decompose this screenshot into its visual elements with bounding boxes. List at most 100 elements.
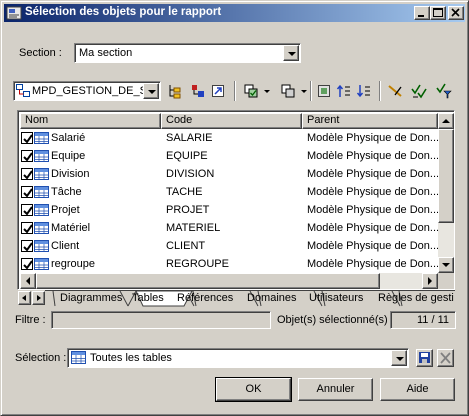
toolbar-separator: [310, 81, 312, 101]
goto-icon[interactable]: [209, 82, 227, 100]
vertical-scroll-thumb[interactable]: [438, 129, 454, 223]
row-checkbox[interactable]: [21, 168, 33, 180]
cell-code: PROJET: [166, 204, 210, 216]
save-selection-button[interactable]: [416, 349, 433, 367]
scroll-left-button[interactable]: [20, 273, 36, 289]
maximize-button[interactable]: [430, 6, 446, 20]
check-all-icon[interactable]: [410, 82, 428, 100]
chevron-down-icon[interactable]: [143, 83, 159, 99]
table-row[interactable]: Equipe EQUIPE Modèle Physique de Don...: [20, 147, 438, 165]
title-bar[interactable]: Sélection des objets pour le rapport: [4, 4, 465, 22]
section-dropdown[interactable]: Ma section: [74, 43, 301, 63]
table-row[interactable]: Client CLIENT Modèle Physique de Don...: [20, 237, 438, 255]
cell-parent: Modèle Physique de Don...: [307, 186, 438, 198]
table-icon: [34, 240, 49, 255]
delete-selection-button[interactable]: [437, 349, 454, 367]
table-icon: [34, 168, 49, 183]
table-row[interactable]: Projet PROJET Modèle Physique de Don...: [20, 201, 438, 219]
row-checkbox[interactable]: [21, 150, 33, 162]
window-title: Sélection des objets pour le rapport: [25, 6, 222, 18]
filter-label: Filtre :: [15, 314, 46, 326]
scroll-up-button[interactable]: [438, 113, 454, 129]
section-label: Section :: [19, 47, 62, 59]
column-header-name[interactable]: Nom: [20, 113, 161, 129]
filter-options-icon[interactable]: [435, 82, 453, 100]
column-header-code[interactable]: Code: [161, 113, 302, 129]
objects-grid[interactable]: Nom Code Parent Salarié SALARIE Modèle Phy…: [17, 110, 455, 290]
row-checkbox[interactable]: [21, 204, 33, 216]
cell-parent: Modèle Physique de Don...: [307, 150, 438, 162]
filter-icon[interactable]: [386, 82, 404, 100]
deselect-icon[interactable]: [279, 82, 297, 100]
cell-code: REGROUPE: [166, 258, 229, 270]
cancel-button[interactable]: Annuler: [298, 378, 373, 401]
toolbar-separator: [234, 81, 236, 101]
delete-icon: [440, 352, 451, 364]
tab-diagrammes[interactable]: Diagrammes: [58, 291, 124, 306]
move-up-icon[interactable]: [335, 82, 353, 100]
chevron-down-icon[interactable]: [264, 90, 270, 93]
table-icon: [34, 132, 49, 147]
cell-code: CLIENT: [166, 240, 206, 252]
move-down-icon[interactable]: [355, 82, 373, 100]
tab-references[interactable]: Références: [175, 291, 235, 306]
select-all-icon[interactable]: [242, 82, 260, 100]
selected-count-value: 11 / 11: [416, 314, 449, 326]
row-checkbox[interactable]: [21, 258, 33, 270]
row-checkbox[interactable]: [21, 132, 33, 144]
horizontal-scrollbar[interactable]: [20, 273, 438, 289]
scroll-right-button[interactable]: [422, 273, 438, 289]
cell-parent: Modèle Physique de Don...: [307, 132, 438, 144]
cell-parent: Modèle Physique de Don...: [307, 222, 438, 234]
dialog-window: Sélection des objets pour le rapport Sec…: [0, 0, 469, 416]
tab-domaines[interactable]: Domaines: [245, 291, 299, 306]
cell-name: Salarié: [51, 132, 86, 144]
floppy-icon: [419, 352, 430, 363]
cell-parent: Modèle Physique de Don...: [307, 240, 438, 252]
cell-code: DIVISION: [166, 168, 215, 180]
tab-utilisateurs[interactable]: Utilisateurs: [307, 291, 365, 306]
row-checkbox[interactable]: [21, 186, 33, 198]
chevron-down-icon[interactable]: [283, 45, 299, 61]
table-row[interactable]: Salarié SALARIE Modèle Physique de Don...: [20, 129, 438, 147]
tab-scroll-right-button[interactable]: [32, 291, 45, 305]
tab-tables[interactable]: Tables: [130, 291, 166, 306]
table-row[interactable]: regroupe REGROUPE Modèle Physique de Don..…: [20, 255, 438, 273]
cell-name: Tâche: [51, 186, 82, 198]
close-button[interactable]: [448, 6, 464, 20]
cell-name: Projet: [51, 204, 80, 216]
model-tree-icon[interactable]: [166, 82, 184, 100]
tab-scroll-left-button[interactable]: [18, 291, 31, 305]
model-selector-value: MPD_GESTION_DE_SC: [32, 85, 155, 97]
selection-value: Toutes les tables: [90, 352, 172, 364]
cell-parent: Modèle Physique de Don...: [307, 258, 438, 270]
table-row[interactable]: Division DIVISION Modèle Physique de Don..…: [20, 165, 438, 183]
cell-name: regroupe: [51, 258, 96, 270]
selection-label: Sélection :: [15, 352, 67, 364]
ok-button[interactable]: OK: [215, 377, 292, 402]
package-icon[interactable]: [189, 82, 207, 100]
table-row[interactable]: Tâche TACHE Modèle Physique de Don...: [20, 183, 438, 201]
column-header-parent[interactable]: Parent: [302, 113, 438, 129]
chevron-down-icon[interactable]: [301, 90, 307, 93]
table-row[interactable]: Matériel MATERIEL Modèle Physique de Don..…: [20, 219, 438, 237]
model-selector-dropdown[interactable]: MPD_GESTION_DE_SC: [13, 81, 161, 101]
tab-regles-de-gestion[interactable]: Règles de gestion: [376, 291, 454, 306]
selected-count-field: 11 / 11: [390, 311, 456, 329]
scroll-down-button[interactable]: [438, 257, 454, 273]
row-checkbox[interactable]: [21, 240, 33, 252]
row-checkbox[interactable]: [21, 222, 33, 234]
selection-dropdown[interactable]: Toutes les tables: [67, 348, 409, 368]
table-icon: [34, 186, 49, 201]
include-sub-icon[interactable]: [315, 82, 333, 100]
minimize-button[interactable]: [414, 6, 430, 20]
scroll-corner: [438, 273, 454, 289]
chevron-down-icon[interactable]: [391, 350, 407, 366]
toolbar-separator: [379, 81, 381, 101]
horizontal-scroll-thumb[interactable]: [36, 273, 380, 289]
help-button[interactable]: Aide: [380, 378, 455, 401]
model-icon: [16, 84, 30, 101]
cell-name: Division: [51, 168, 90, 180]
vertical-scrollbar[interactable]: [438, 113, 454, 273]
filter-field: [51, 311, 271, 329]
